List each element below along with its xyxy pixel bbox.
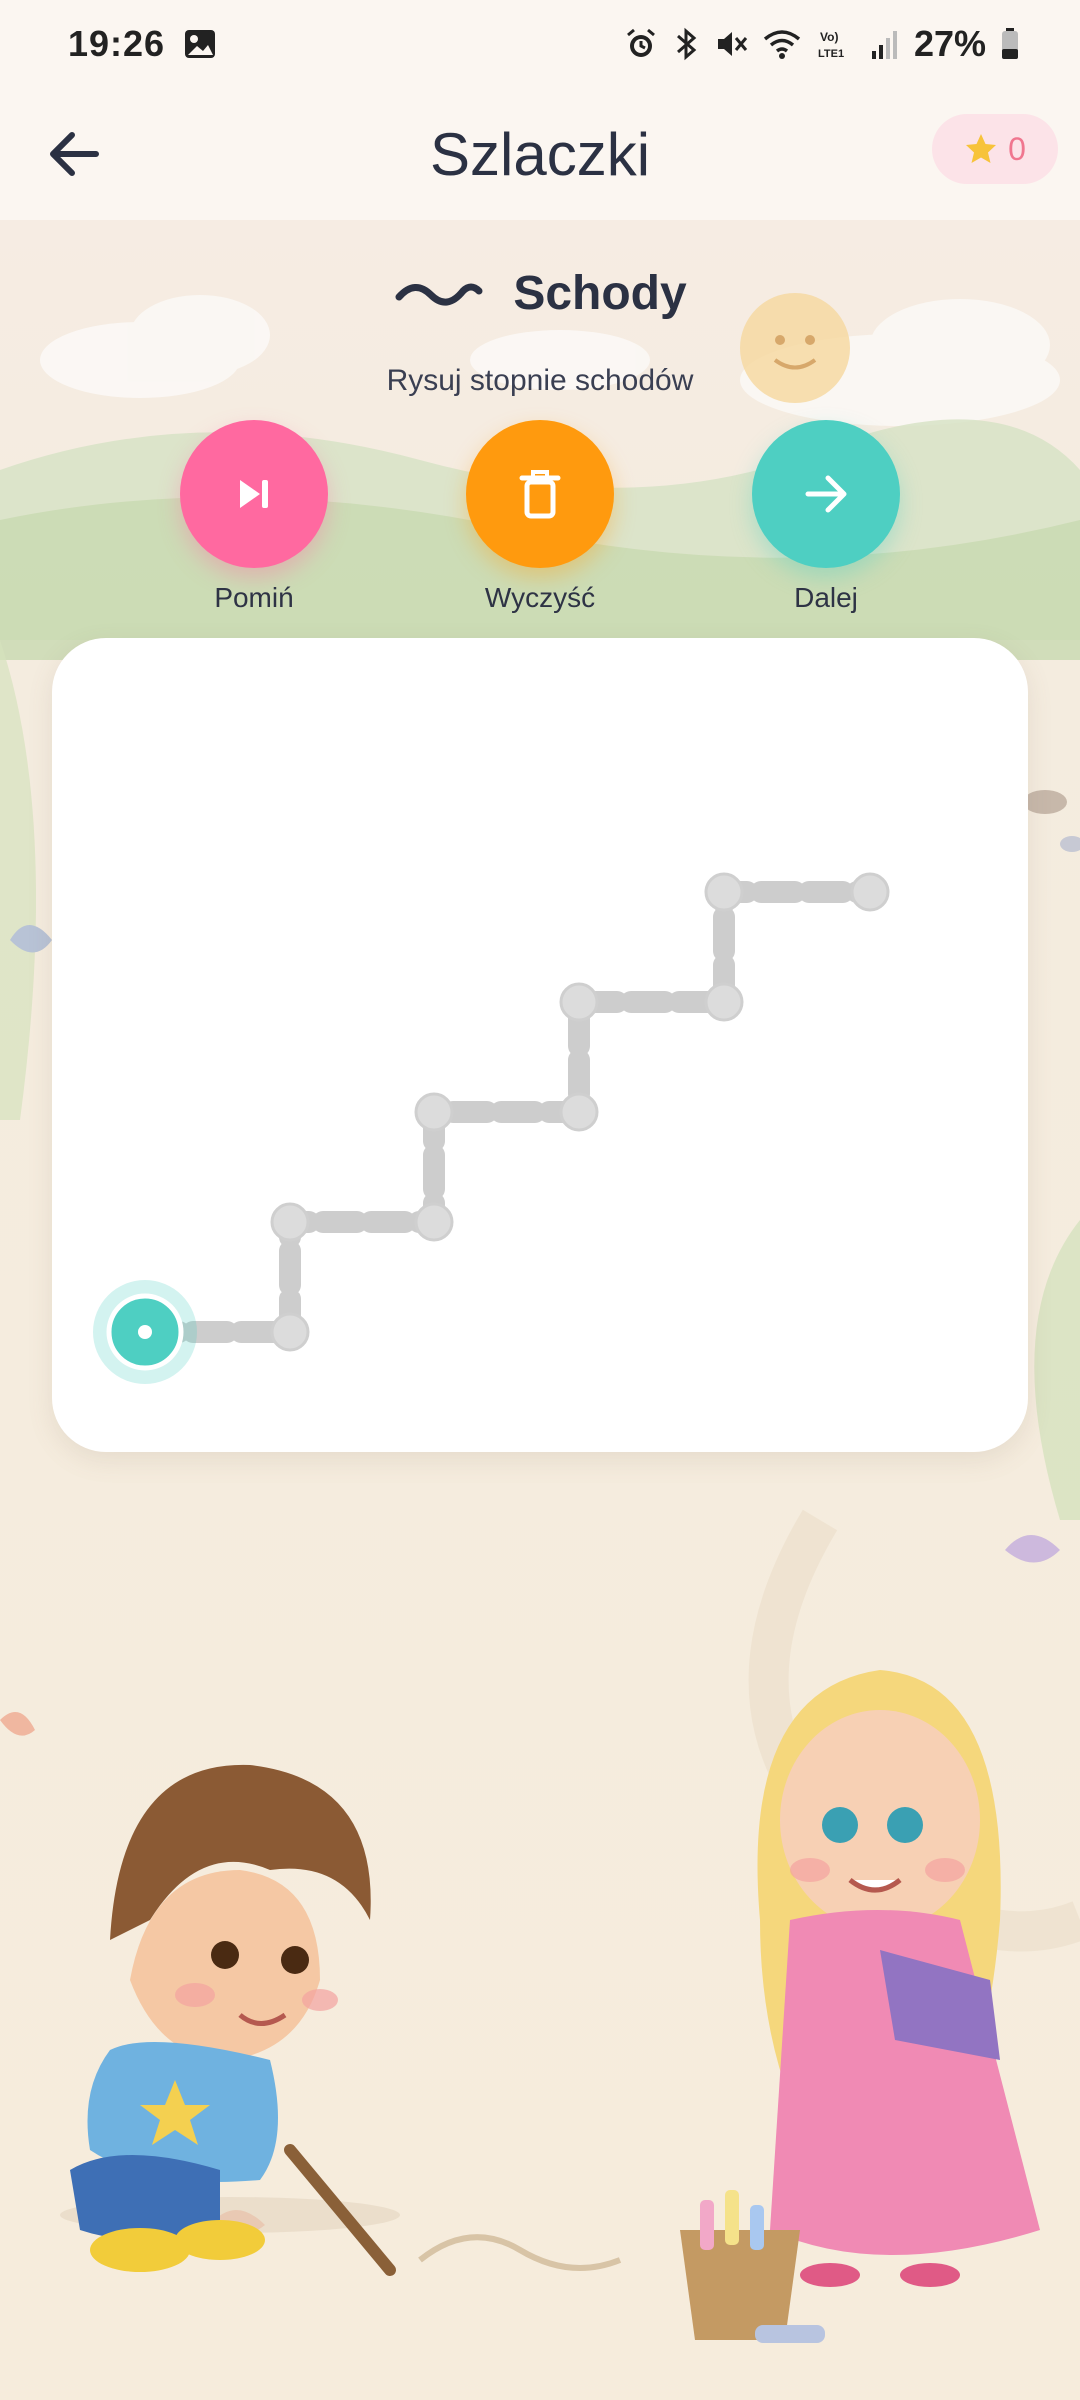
app-bar: Szlaczki 0 [0, 88, 1080, 220]
staircase-vertices [270, 872, 890, 1352]
clear-action: Wyczyść [460, 420, 620, 614]
guide-vertex [414, 1092, 454, 1132]
skip-button[interactable] [180, 420, 328, 568]
svg-text:LTE1: LTE1 [818, 48, 844, 60]
bluetooth-icon [672, 27, 700, 61]
guide-vertex [270, 1312, 310, 1352]
exercise-header: Schody [0, 258, 1080, 328]
gallery-icon [183, 27, 217, 61]
guide-vertex [704, 872, 744, 912]
next-action: Dalej [746, 420, 906, 614]
star-count: 0 [1008, 130, 1026, 167]
guide-vertex [414, 1202, 454, 1242]
trash-icon [519, 470, 561, 519]
guide-vertex [270, 1202, 310, 1242]
skip-label: Pomiń [214, 582, 294, 613]
guide-vertex [850, 872, 890, 912]
back-button[interactable] [34, 114, 114, 194]
exercise-title: Schody [513, 266, 687, 320]
volte-icon: Vo) LTE1 [816, 27, 856, 61]
star-icon [966, 134, 997, 163]
wifi-icon [762, 27, 802, 61]
skip-action: Pomiń [174, 420, 334, 614]
drawing-canvas[interactable] [52, 638, 1028, 1452]
next-button[interactable] [752, 420, 900, 568]
mute-icon [714, 27, 748, 61]
staircase-template [93, 872, 890, 1384]
exercise-instruction: Rysuj stopnie schodów [386, 364, 694, 397]
arrow-left-icon [50, 132, 99, 176]
clear-label: Wyczyść [484, 582, 596, 613]
status-bar: 19:26 Vo) LTE1 27% [0, 0, 1080, 88]
battery-icon [1000, 27, 1020, 61]
guide-vertex [704, 982, 744, 1022]
battery-percent: 27% [913, 23, 986, 64]
skip-next-icon [240, 480, 268, 508]
next-label: Dalej [794, 582, 858, 613]
status-bar-left: 19:26 [68, 23, 217, 65]
staircase-guide-path [134, 881, 881, 1343]
guide-vertex [559, 982, 599, 1022]
status-bar-right: Vo) LTE1 27% [624, 23, 1020, 65]
alarm-icon [624, 27, 658, 61]
signal-icon [870, 27, 900, 61]
start-point[interactable] [93, 1280, 197, 1384]
star-score-badge: 0 [932, 114, 1058, 184]
status-time: 19:26 [68, 23, 166, 64]
svg-text:Vo): Vo) [820, 30, 838, 44]
clear-button[interactable] [466, 420, 614, 568]
wave-pattern-icon [395, 283, 483, 306]
arrow-right-icon [805, 475, 847, 513]
guide-vertex [559, 1092, 599, 1132]
page-title: Szlaczki [429, 120, 651, 188]
